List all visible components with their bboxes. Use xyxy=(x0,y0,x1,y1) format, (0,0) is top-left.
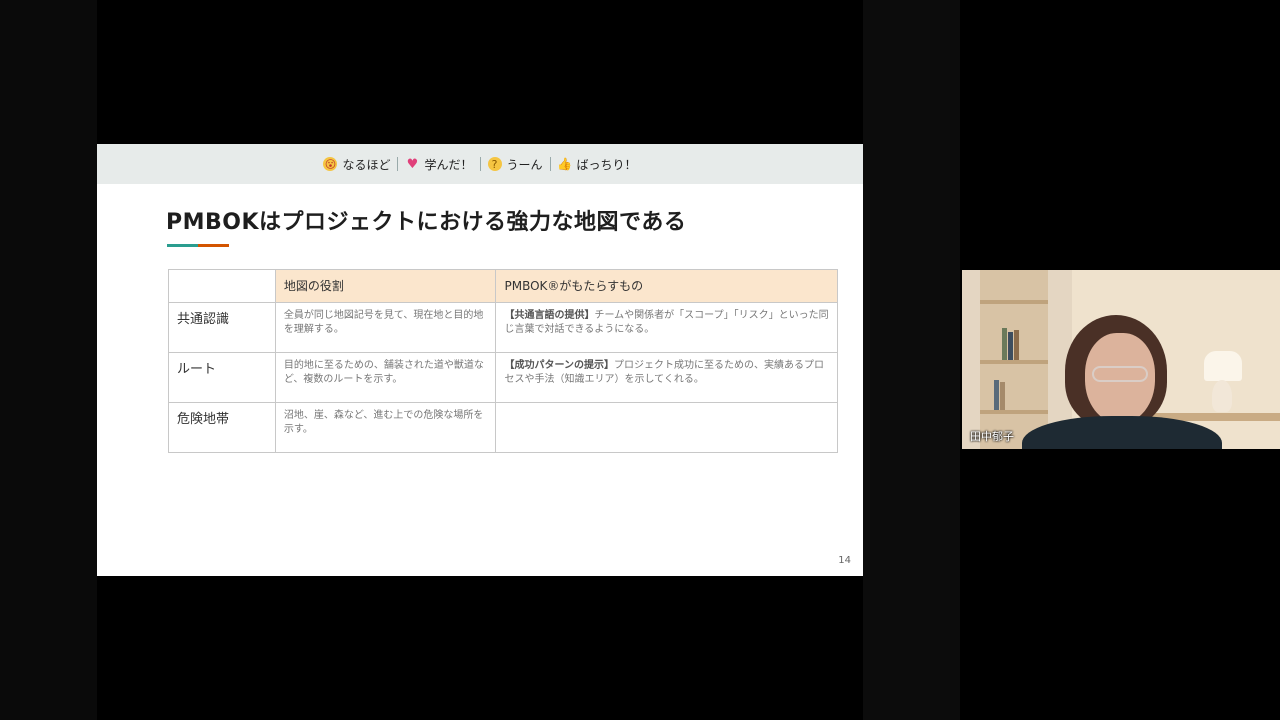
slide-title: PMBOKはプロジェクトにおける強力な地図である xyxy=(166,210,687,235)
row-pmbok: 【共通言語の提供】チームや関係者が「スコープ」「リスク」といった同じ言葉で対話で… xyxy=(495,302,838,353)
row-label: 危険地帯 xyxy=(168,402,276,453)
book xyxy=(1000,382,1005,410)
row-label: 共通認識 xyxy=(168,302,276,353)
reaction-label: 学んだ！ xyxy=(424,157,473,172)
shelf-board xyxy=(980,300,1048,304)
comparison-table: 地図の役割 PMBOK®がもたらすもの 共通認識 全員が同じ地図記号を見て、現在… xyxy=(168,269,838,453)
table-header-map-role: 地図の役割 xyxy=(274,269,497,303)
row-pmbok-lead: 【共通言語の提供】 xyxy=(504,310,595,321)
book xyxy=(1014,330,1019,360)
shelf-board xyxy=(980,410,1048,414)
underline-orange xyxy=(198,244,229,247)
book xyxy=(1008,332,1013,360)
participant-name: 田中郁子 xyxy=(970,430,1014,443)
table-row: 共通認識 全員が同じ地図記号を見て、現在地と目的地を理解する。 【共通言語の提供… xyxy=(168,302,838,353)
page-number: 14 xyxy=(838,555,851,566)
lamp-base xyxy=(1212,380,1232,412)
reaction-label: なるほど xyxy=(342,157,391,172)
row-role: 全員が同じ地図記号を見て、現在地と目的地を理解する。 xyxy=(274,302,497,353)
title-underline xyxy=(167,244,229,247)
row-role: 目的地に至るための、舗装された道や獣道など、複数のルートを示す。 xyxy=(274,352,497,403)
row-label: ルート xyxy=(168,352,276,403)
reaction-mananda[interactable]: ♥ 学んだ！ xyxy=(398,156,479,173)
book xyxy=(1002,328,1007,360)
reaction-label: ばっちり！ xyxy=(576,157,637,172)
reaction-uun[interactable]: ? うーん xyxy=(481,156,550,173)
reaction-bar: 😮 なるほど ♥ 学んだ！ ? うーん 👍 ばっちり！ xyxy=(97,144,863,184)
table-row: 危険地帯 沼地、崖、森など、進む上での危険な場所を示す。 xyxy=(168,402,838,453)
background-gap xyxy=(863,0,960,720)
lamp-shade xyxy=(1204,351,1242,381)
thumbs-up-icon: 👍 xyxy=(557,157,572,171)
row-role: 沼地、崖、森など、進む上での危険な場所を示す。 xyxy=(274,402,497,453)
surprised-face-icon: 😮 xyxy=(323,157,338,171)
table-row: ルート 目的地に至るための、舗装された道や獣道など、複数のルートを示す。 【成功… xyxy=(168,352,838,403)
underline-teal xyxy=(167,244,198,247)
table-header-blank xyxy=(168,269,276,303)
book xyxy=(994,380,999,410)
reaction-naruhodo[interactable]: 😮 なるほど xyxy=(316,156,397,173)
shelf-board xyxy=(980,360,1048,364)
thinking-face-icon: ? xyxy=(487,157,502,171)
heart-icon: ♥ xyxy=(406,156,419,172)
row-pmbok xyxy=(495,402,838,453)
participant-video-tile[interactable]: 田中郁子 xyxy=(962,270,1280,449)
shared-slide: 😮 なるほど ♥ 学んだ！ ? うーん 👍 ばっちり！ PMBOKはプロジェクト… xyxy=(97,144,863,576)
glasses xyxy=(1092,366,1148,382)
table-header-row: 地図の役割 PMBOK®がもたらすもの xyxy=(168,269,838,303)
row-pmbok: 【成功パターンの提示】プロジェクト成功に至るための、実績あるプロセスや手法（知識… xyxy=(495,352,838,403)
row-pmbok-lead: 【成功パターンの提示】 xyxy=(504,360,614,371)
reaction-label: うーん xyxy=(506,157,543,172)
reaction-bacchiri[interactable]: 👍 ばっちり！ xyxy=(551,156,644,173)
table-header-pmbok: PMBOK®がもたらすもの xyxy=(495,269,838,303)
